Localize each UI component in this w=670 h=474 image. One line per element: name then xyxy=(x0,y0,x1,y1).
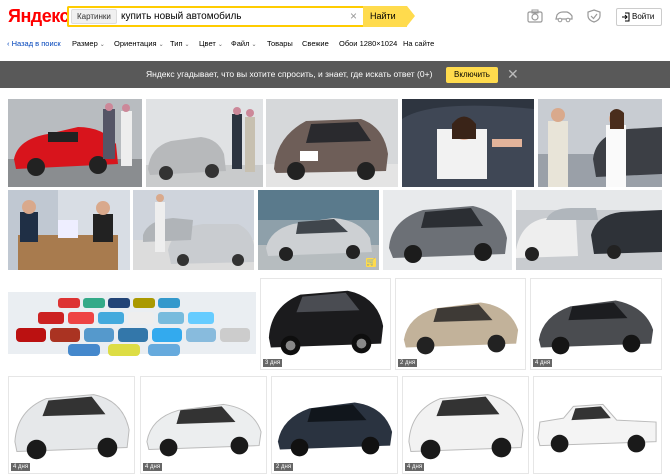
age-badge: 4 дня xyxy=(405,463,425,471)
search-box[interactable]: Картинки купить новый автомобиль × xyxy=(67,6,363,27)
car-lot-image xyxy=(516,190,662,270)
filter-label: Цвет xyxy=(199,39,216,48)
filter-label: Тип xyxy=(170,39,183,48)
chevron-down-icon: ⌄ xyxy=(184,42,190,48)
image-result[interactable] xyxy=(516,190,662,270)
filter-label: Размер xyxy=(72,39,98,48)
white-lexus-suv-image xyxy=(9,377,134,473)
logo-text: Яндекс xyxy=(8,6,70,26)
chevron-down-icon: ⌄ xyxy=(158,42,164,48)
silver-car-showroom-image xyxy=(146,99,263,187)
back-to-search-link[interactable]: ‹ Назад в поиск xyxy=(7,37,61,51)
filter-size[interactable]: Размер ⌄ xyxy=(72,37,105,52)
enable-button[interactable]: Включить xyxy=(446,67,498,83)
dealer-handshake-image xyxy=(538,99,662,187)
image-result[interactable] xyxy=(533,376,662,474)
chevron-down-icon: ⌄ xyxy=(251,42,257,48)
red-sports-car-image xyxy=(8,99,142,187)
image-result[interactable]: 3 дня xyxy=(260,278,391,370)
find-button[interactable]: Найти xyxy=(363,6,415,27)
image-result[interactable] xyxy=(402,99,534,187)
car-icon[interactable] xyxy=(554,9,574,23)
banner-text: Яндекс угадывает, что вы хотите спросить… xyxy=(146,69,433,79)
filter-wallpaper[interactable]: Обои 1280×1024 xyxy=(339,37,397,51)
image-result[interactable]: 4 дня xyxy=(530,278,662,370)
filter-file[interactable]: Файл ⌄ xyxy=(231,37,256,52)
login-label: Войти xyxy=(632,12,655,21)
header: Яндекс Картинки купить новый автомобиль … xyxy=(0,0,670,34)
filter-on-site[interactable]: На сайте xyxy=(403,37,434,51)
office-consultation-image xyxy=(8,190,130,270)
white-pickup-image xyxy=(534,377,661,473)
white-lexus-sedan-image xyxy=(141,377,266,473)
image-result[interactable] xyxy=(133,190,254,270)
filter-color[interactable]: Цвет ⌄ xyxy=(199,37,223,52)
beige-lexus-image xyxy=(396,279,525,369)
chevron-down-icon: ⌄ xyxy=(217,42,223,48)
chevron-down-icon: ⌄ xyxy=(99,42,105,48)
image-result[interactable]: 4 дня xyxy=(8,376,135,474)
white-toyota-suv-image xyxy=(403,377,528,473)
age-badge: 4 дня xyxy=(533,359,553,367)
silver-sedan-image xyxy=(258,190,379,270)
age-badge: 2 дня xyxy=(398,359,418,367)
age-badge: 4 дня xyxy=(11,463,31,471)
age-badge: 4 дня xyxy=(143,463,163,471)
filter-fresh[interactable]: Свежие xyxy=(302,37,329,51)
filter-orientation[interactable]: Ориентация ⌄ xyxy=(114,37,164,52)
filter-type[interactable]: Тип ⌄ xyxy=(170,37,190,52)
filter-label: Файл xyxy=(231,39,250,48)
image-result[interactable]: 4 дня xyxy=(402,376,529,474)
image-result[interactable]: 2 дня xyxy=(271,376,398,474)
close-icon[interactable]: × xyxy=(350,8,357,25)
image-result[interactable] xyxy=(8,99,142,187)
close-icon[interactable]: ✕ xyxy=(507,66,519,83)
gray-sedan-image xyxy=(383,190,512,270)
yandex-logo[interactable]: Яндекс xyxy=(8,6,70,27)
image-result[interactable] xyxy=(538,99,662,187)
dark-lexus-image xyxy=(531,279,661,369)
filter-bar: ‹ Назад в поиск Размер ⌄ Ориентация ⌄ Тип ⌄… xyxy=(0,37,670,53)
image-result[interactable]: 🛒 xyxy=(258,190,379,270)
shield-icon[interactable] xyxy=(586,9,602,23)
age-badge: 2 дня xyxy=(274,463,294,471)
search-input[interactable]: купить новый автомобиль xyxy=(121,9,341,24)
image-result[interactable]: 2 дня xyxy=(395,278,526,370)
camera-icon[interactable] xyxy=(527,9,543,23)
search-category-chip[interactable]: Картинки xyxy=(71,9,117,24)
login-icon xyxy=(622,12,630,22)
car-collection-image xyxy=(8,278,256,370)
alice-promo-banner: Яндекс угадывает, что вы хотите спросить… xyxy=(0,61,670,88)
image-result[interactable] xyxy=(146,99,263,187)
woman-with-keys-image xyxy=(402,99,534,187)
filter-label: Ориентация xyxy=(114,39,157,48)
black-suv-image xyxy=(261,279,390,369)
login-button[interactable]: Войти xyxy=(616,8,662,26)
image-result[interactable] xyxy=(8,278,256,370)
image-result[interactable] xyxy=(383,190,512,270)
image-result[interactable] xyxy=(266,99,398,187)
image-result[interactable] xyxy=(8,190,130,270)
brown-hatchback-image xyxy=(266,99,398,187)
age-badge: 3 дня xyxy=(263,359,283,367)
dark-camry-image xyxy=(272,377,397,473)
image-result[interactable]: 4 дня xyxy=(140,376,267,474)
toyota-showroom-image xyxy=(133,190,254,270)
filter-products[interactable]: Товары xyxy=(267,37,293,51)
cart-icon[interactable]: 🛒 xyxy=(366,258,376,267)
